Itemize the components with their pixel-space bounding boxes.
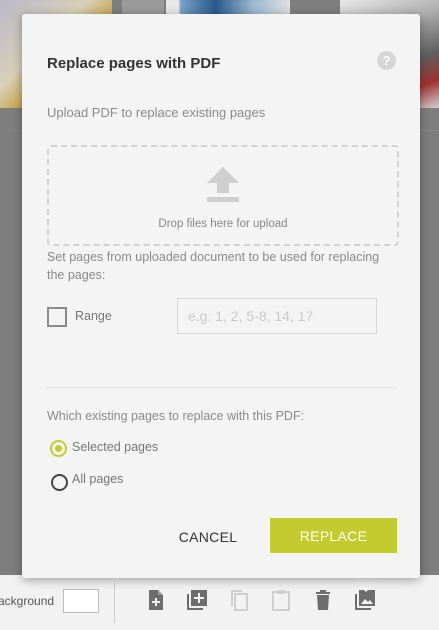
page-thumbnail[interactable]: [122, 0, 164, 14]
set-pages-text: Set pages from uploaded document to be u…: [47, 250, 380, 282]
upload-hint: Upload PDF to replace existing pages: [47, 105, 266, 120]
section-divider: [47, 387, 397, 388]
page-thumbnail[interactable]: [166, 0, 290, 14]
paste-icon[interactable]: [269, 588, 293, 612]
file-dropzone[interactable]: Drop files here for upload: [47, 145, 399, 246]
upload-icon: [206, 167, 240, 203]
replace-pages-dialog: Replace pages with PDF ? Upload PDF to r…: [22, 14, 420, 578]
all-pages-label[interactable]: All pages: [72, 472, 123, 486]
range-label: Range: [75, 309, 112, 323]
toolbar-divider: [114, 583, 115, 623]
range-input[interactable]: [177, 298, 377, 334]
dropzone-text: Drop files here for upload: [158, 218, 288, 230]
copy-icon[interactable]: [227, 588, 251, 612]
range-checkbox[interactable]: [47, 307, 67, 327]
which-pages-label: Which existing pages to replace with thi…: [47, 409, 305, 423]
tooltip-arrow: [352, 578, 380, 592]
cancel-button[interactable]: CANCEL: [170, 520, 246, 553]
dialog-title: Replace pages with PDF: [47, 55, 221, 72]
background-color-swatch[interactable]: [63, 589, 99, 613]
add-blank-page-icon[interactable]: [185, 588, 209, 612]
replace-button[interactable]: REPLACE: [270, 518, 397, 553]
help-icon[interactable]: ?: [377, 51, 396, 70]
background-label: ackground: [0, 594, 55, 608]
all-pages-radio[interactable]: [51, 474, 68, 491]
selected-pages-radio[interactable]: [50, 440, 67, 457]
add-page-icon[interactable]: [144, 588, 168, 612]
selected-pages-label[interactable]: Selected pages: [72, 440, 158, 454]
trash-icon[interactable]: [311, 588, 335, 612]
